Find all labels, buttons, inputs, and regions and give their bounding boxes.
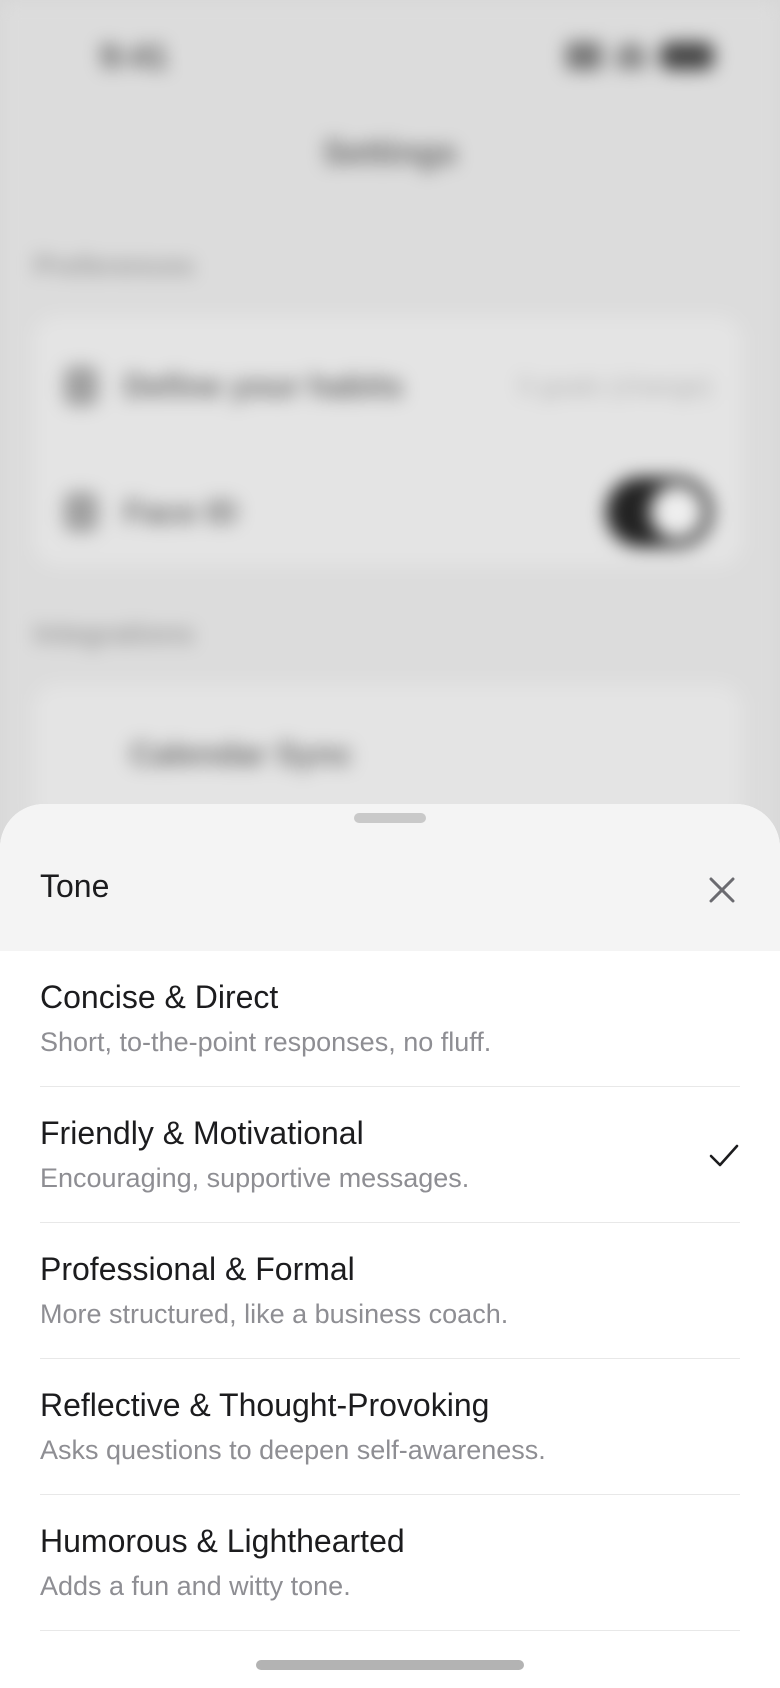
close-button[interactable]: [702, 870, 742, 910]
home-indicator[interactable]: [256, 1660, 524, 1670]
row-label: Face ID: [124, 493, 238, 530]
close-icon: [709, 877, 735, 903]
row-value: 5 goals (change): [518, 370, 712, 401]
status-icons: [554, 40, 714, 72]
option-title: Professional & Formal: [40, 1251, 355, 1287]
tone-options-list: Concise & Direct Short, to-the-point res…: [40, 951, 740, 1631]
row-calendar-sync: Calendar Sync: [130, 724, 712, 784]
row-label: Calendar Sync: [130, 735, 353, 772]
tone-option-reflective-thought-provoking[interactable]: Reflective & Thought-Provoking Asks ques…: [40, 1359, 740, 1495]
sheet-title: Tone: [40, 868, 110, 904]
option-title: Concise & Direct: [40, 979, 279, 1015]
option-description: More structured, like a business coach.: [40, 1299, 509, 1329]
integrations-card: Calendar Sync: [34, 684, 742, 824]
status-time: 9:41: [100, 38, 169, 76]
row-define-habits: Define your habits 5 goals (change): [64, 356, 712, 416]
checkmark-icon: [709, 1144, 739, 1167]
person-icon: [64, 366, 98, 406]
tone-option-friendly-motivational[interactable]: Friendly & Motivational Encouraging, sup…: [40, 1087, 740, 1223]
section-header-preferences: Preferences: [34, 250, 195, 281]
tone-option-concise-direct[interactable]: Concise & Direct Short, to-the-point res…: [40, 951, 740, 1087]
tone-bottom-sheet: Tone Concise & Direct Short, to-the-poin…: [0, 804, 780, 1688]
tone-option-professional-formal[interactable]: Professional & Formal More structured, l…: [40, 1223, 740, 1359]
option-description: Adds a fun and witty tone.: [40, 1571, 351, 1601]
tone-option-humorous-lighthearted[interactable]: Humorous & Lighthearted Adds a fun and w…: [40, 1495, 740, 1631]
option-description: Encouraging, supportive messages.: [40, 1163, 470, 1193]
option-title: Friendly & Motivational: [40, 1115, 364, 1151]
section-header-integrations: Integrations: [34, 618, 195, 649]
sheet-grabber-handle[interactable]: [354, 813, 426, 823]
row-label: Define your habits: [124, 367, 404, 404]
sheet-header: Tone: [0, 804, 780, 951]
preferences-card: Define your habits 5 goals (change) Face…: [34, 316, 742, 566]
option-description: Short, to-the-point responses, no fluff.: [40, 1027, 492, 1057]
option-description: Asks questions to deepen self-awareness.: [40, 1435, 546, 1465]
face-id-icon: [64, 492, 98, 532]
screen-title: Settings: [322, 134, 458, 172]
wifi-icon: [616, 43, 646, 69]
signal-icon: [566, 42, 602, 70]
option-title: Humorous & Lighthearted: [40, 1523, 405, 1559]
option-title: Reflective & Thought-Provoking: [40, 1387, 490, 1423]
row-face-id: Face ID: [64, 472, 712, 552]
battery-icon: [660, 42, 714, 70]
face-id-toggle: [606, 477, 712, 547]
